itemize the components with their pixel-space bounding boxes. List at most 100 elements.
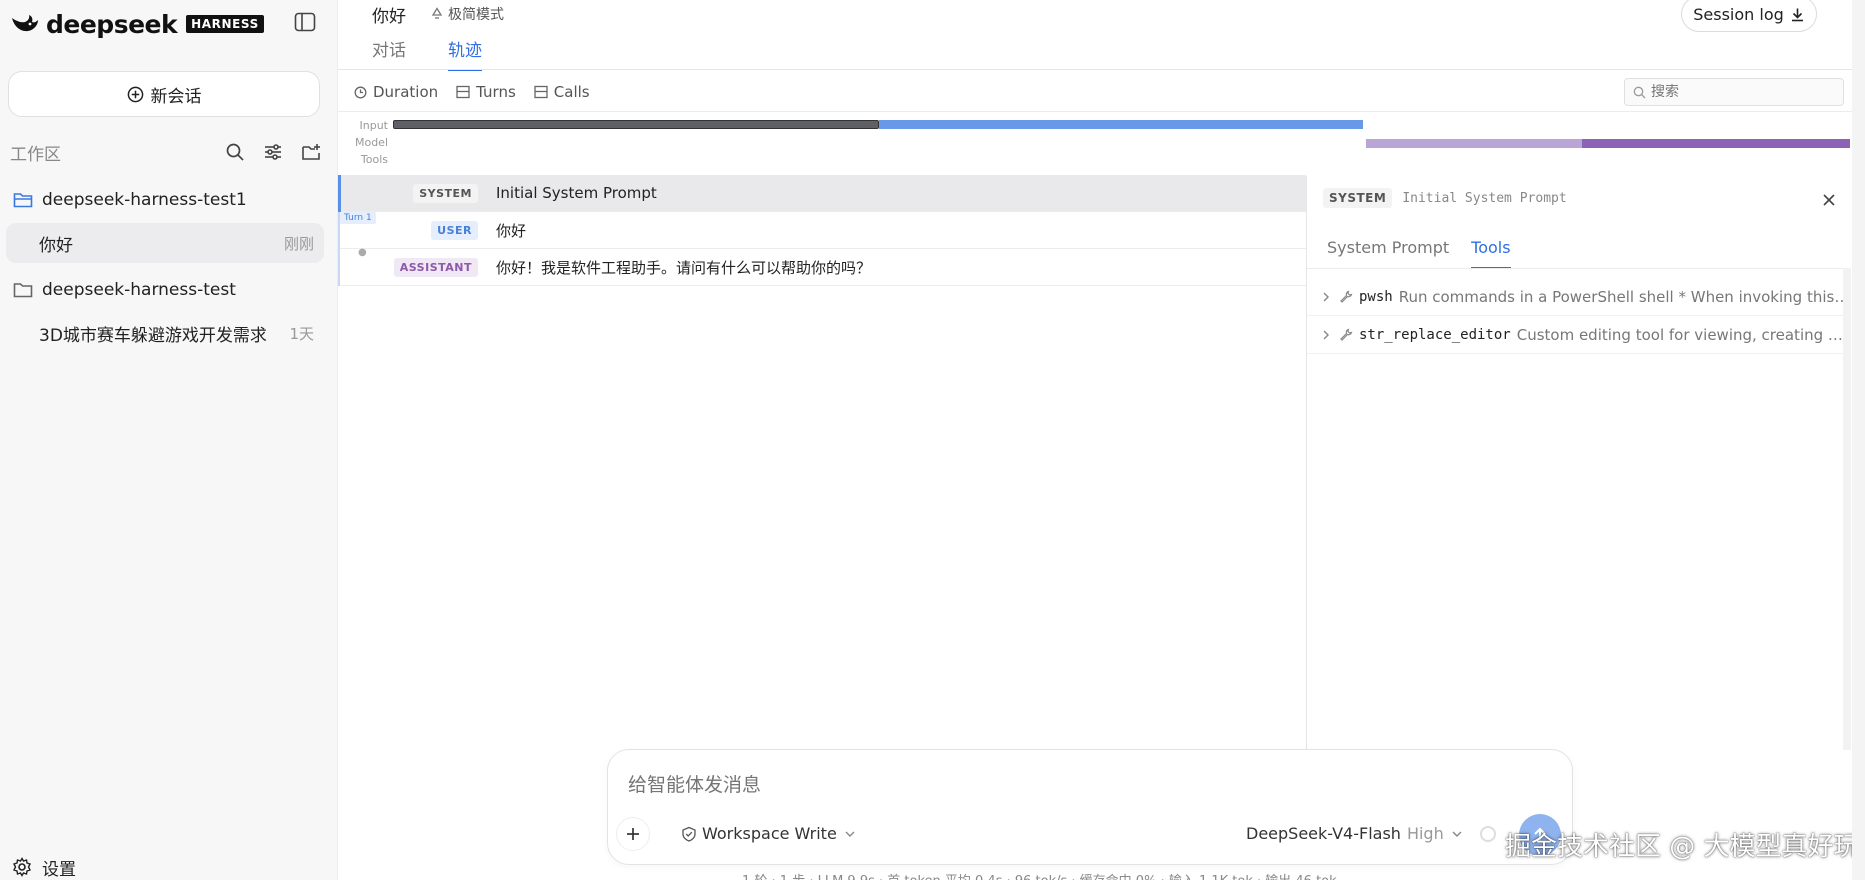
- turns-label: Turns: [476, 83, 516, 101]
- detail-subtitle: Initial System Prompt: [1402, 190, 1567, 206]
- chevron-right-icon: [1323, 330, 1329, 339]
- wrench-icon: [1340, 290, 1353, 303]
- session-log-button[interactable]: Session log: [1681, 0, 1817, 32]
- header-divider: [338, 69, 1865, 70]
- tab-tools[interactable]: Tools: [1471, 238, 1512, 269]
- attach-button[interactable]: [616, 817, 650, 851]
- search-icon[interactable]: [224, 141, 246, 163]
- detail-divider: [1307, 268, 1851, 269]
- mode-toggle[interactable]: 极简模式: [430, 4, 504, 24]
- tab-trace[interactable]: 轨迹: [448, 36, 482, 71]
- close-icon[interactable]: [1821, 192, 1837, 208]
- page-title: 你好: [372, 6, 406, 27]
- mode-label: 极简模式: [448, 7, 504, 23]
- turn-dot: ●: [358, 247, 367, 258]
- workspace-header: 工作区: [10, 140, 322, 165]
- recycle-icon: [431, 7, 443, 19]
- detail-tabs: System Prompt Tools: [1327, 238, 1533, 269]
- timeline-bar-tools[interactable]: [1366, 139, 1582, 148]
- new-folder-icon[interactable]: [300, 141, 322, 163]
- trace-text: Initial System Prompt: [496, 184, 657, 202]
- session-item[interactable]: 你好 刚刚: [6, 223, 324, 263]
- folder-item[interactable]: deepseek-harness-test: [13, 278, 236, 302]
- model-name: DeepSeek-V4-Flash: [1246, 824, 1401, 843]
- plus-icon: [627, 828, 639, 840]
- chevron-right-icon: [1323, 292, 1329, 301]
- model-select[interactable]: DeepSeek-V4-Flash High: [1246, 824, 1464, 843]
- folder-name: deepseek-harness-test: [42, 280, 236, 300]
- tab-chat[interactable]: 对话: [372, 36, 406, 70]
- message-input[interactable]: [628, 770, 1528, 800]
- layout-icon: [534, 85, 548, 99]
- role-badge: SYSTEM: [413, 183, 478, 203]
- plus-circle-icon: [127, 86, 143, 102]
- clock-icon: [354, 86, 367, 98]
- toolbar-divider: [338, 111, 1865, 112]
- settings-label: 设置: [42, 859, 76, 880]
- shield-check-icon: [682, 826, 696, 842]
- timeline-label-input: Input: [359, 119, 388, 132]
- filter-sliders-icon[interactable]: [262, 141, 284, 163]
- duration-button[interactable]: Duration: [354, 83, 438, 101]
- tool-row[interactable]: pwsh Run commands in a PowerShell shell …: [1307, 278, 1851, 316]
- timeline-label-tools: Tools: [360, 153, 388, 166]
- role-cell: ASSISTANT: [338, 257, 478, 277]
- new-chat-button[interactable]: 新会话: [8, 71, 320, 117]
- sidebar-toggle-icon[interactable]: [294, 12, 316, 32]
- trace-text: 你好！我是软件工程助手。请问有什么可以帮助你的吗？: [496, 258, 872, 277]
- turn-badge: Turn 1: [340, 212, 376, 224]
- trace-search[interactable]: [1624, 78, 1844, 106]
- permission-mode-label: Workspace Write: [702, 824, 837, 843]
- trace-toolbar: Duration Turns Calls: [354, 81, 608, 103]
- timeline-bar-input[interactable]: [393, 120, 879, 129]
- permission-mode-select[interactable]: Workspace Write: [681, 824, 862, 843]
- tool-row[interactable]: str_replace_editor Custom editing tool f…: [1307, 316, 1851, 354]
- calls-button[interactable]: Calls: [534, 83, 590, 101]
- chevron-down-icon: [845, 831, 855, 837]
- search-icon: [1633, 86, 1646, 98]
- trace-row-user[interactable]: USER 你好: [338, 212, 1306, 249]
- tool-description: Custom editing tool for viewing, creatin…: [1516, 325, 1851, 344]
- page-scrollbar[interactable]: [1852, 0, 1865, 880]
- timeline-bar-tools[interactable]: [1582, 139, 1850, 148]
- new-chat-label: 新会话: [150, 86, 202, 107]
- tool-name: str_replace_editor: [1359, 326, 1511, 343]
- main-tabs: 对话 轨迹: [372, 36, 524, 71]
- settings-button[interactable]: 设置: [12, 854, 76, 880]
- detail-scrollbar[interactable]: [1843, 268, 1851, 750]
- trace-row-assistant[interactable]: ASSISTANT 你好！我是软件工程助手。请问有什么可以帮助你的吗？: [338, 249, 1306, 286]
- trace-row-system[interactable]: SYSTEM Initial System Prompt: [338, 175, 1306, 212]
- folder-item[interactable]: deepseek-harness-test1: [13, 188, 247, 212]
- reasoning-level: High: [1406, 824, 1444, 843]
- layout-icon: [456, 85, 470, 99]
- calls-label: Calls: [553, 83, 590, 101]
- session-log-label: Session log: [1693, 4, 1784, 24]
- brand-badge: HARNESS: [186, 15, 264, 33]
- timeline-bar-model[interactable]: [879, 120, 1363, 129]
- gear-icon: [13, 857, 31, 877]
- download-icon: [1791, 8, 1803, 21]
- session-name: 你好: [39, 235, 73, 256]
- trace-text: 你好: [496, 221, 527, 240]
- brand[interactable]: deepseek HARNESS: [10, 9, 264, 39]
- turns-button[interactable]: Turns: [456, 83, 516, 101]
- role-badge: ASSISTANT: [393, 257, 478, 277]
- session-name: 3D城市赛车躲避游戏开发需求: [39, 325, 267, 346]
- trace-search-input[interactable]: [1651, 84, 1831, 100]
- tool-name: pwsh: [1359, 288, 1393, 305]
- detail-header: SYSTEM Initial System Prompt: [1323, 188, 1567, 208]
- whale-logo-icon: [12, 15, 38, 32]
- tab-system-prompt[interactable]: System Prompt: [1327, 238, 1449, 268]
- detail-panel: SYSTEM Initial System Prompt System Prom…: [1306, 176, 1851, 750]
- chevron-down-icon: [1452, 831, 1462, 837]
- session-time: 1天: [289, 324, 314, 343]
- tool-description: Run commands in a PowerShell shell * Whe…: [1398, 287, 1851, 306]
- session-item[interactable]: 3D城市赛车躲避游戏开发需求 1天: [6, 313, 324, 353]
- folder-icon: [13, 283, 33, 298]
- selected-row-accent: [338, 175, 341, 212]
- duration-label: Duration: [373, 83, 439, 101]
- detail-role-badge: SYSTEM: [1323, 188, 1393, 208]
- wrench-icon: [1340, 328, 1353, 341]
- brand-name: deepseek: [46, 9, 178, 39]
- folder-name: deepseek-harness-test1: [42, 190, 247, 210]
